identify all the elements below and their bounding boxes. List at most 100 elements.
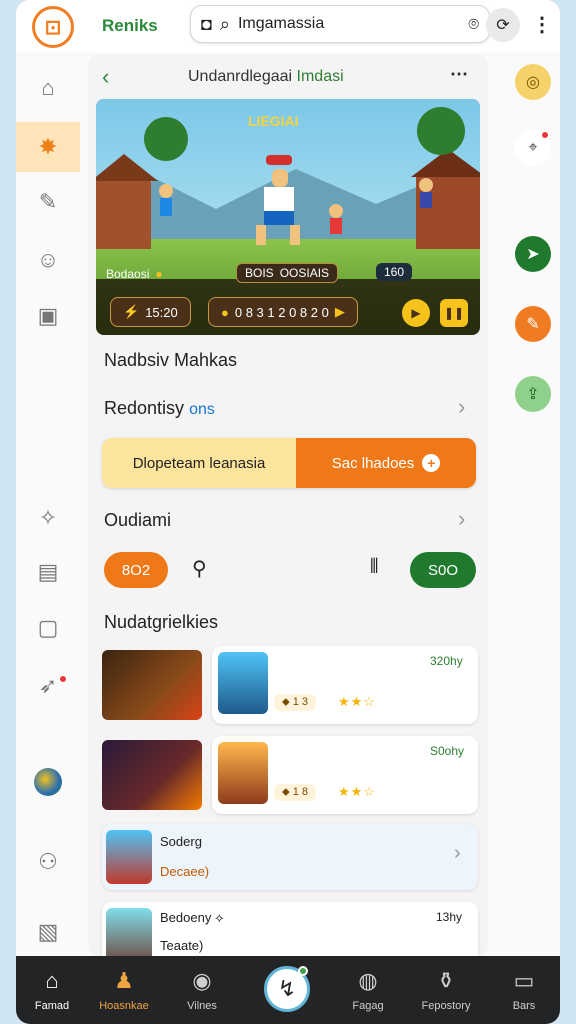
play-icon: ▶ [411,306,421,320]
rail-send-button[interactable]: ➤ [515,236,551,272]
play-icon: ▶ [334,304,345,319]
nav-emoji-icon[interactable]: ☺ [16,236,80,284]
bolt-icon: ⚡ [123,304,140,319]
bottom-tab-hoasnkae[interactable]: ♟ Hoasnkae [88,956,160,1024]
game-thumbnail [106,830,152,884]
nav-people-icon[interactable]: ⚇ [16,838,80,886]
search-bar[interactable]: ◘ ⌕ Imgamassia ⌾ [190,5,490,43]
item-title: Soderg [160,834,202,849]
score-chip[interactable]: ● 0 8 3 1 2 0 8 2 0 ▶ [208,297,358,327]
bottom-tab-label: Fagag [352,1000,384,1012]
tag-icon: ⌖ [528,139,538,156]
list-item[interactable]: Soderg Decaee) › [102,824,478,890]
panel-more-icon[interactable]: ⋯ [450,64,468,85]
notification-dot [540,130,550,140]
app-logo[interactable]: ⊡ [32,6,74,48]
orange-pill-button[interactable]: 8O2 [104,552,168,588]
brand-name: Reniks [102,16,158,35]
chevron-right-icon[interactable]: › [458,506,465,532]
time-meta: 13hy [436,910,463,924]
section-nadbsiv: Nadbsiv Mahkas [104,350,238,370]
camera-icon[interactable]: ◘ [201,14,212,35]
timer-chip[interactable]: ⚡ 15:20 [110,297,191,327]
list-item[interactable]: ⬥ 1 3 ★★☆ 320hy [102,646,478,724]
item-subtitle: Decaee) [160,864,210,879]
more-menu-icon[interactable]: ⋮ [532,12,552,37]
rail-yellow-button[interactable]: ◎ [515,64,551,100]
bottom-tab-bars[interactable]: ▭ Bars [488,956,560,1024]
right-rail: ◎ ⌖ ➤ ✎ ⇪ [502,52,560,956]
nav-edit-icon[interactable]: ✎ [16,178,80,226]
bottom-tab-label: Vilnes [187,1000,217,1012]
chevron-right-icon[interactable]: › [454,842,461,865]
back-icon[interactable]: ‹ [102,64,109,90]
timer-text: 15:20 [145,304,178,320]
bottom-tab-fagag[interactable]: ◍ Fagag [332,956,404,1024]
game-banner[interactable]: LIEGIAI Bodaosi ● BOIS OOSIAIS 160 ⚡ 15:20 … [96,99,480,335]
hud-center-text: BOIS [245,266,274,280]
search-input[interactable]: Imgamassia [238,15,460,33]
nav-avatar[interactable] [16,758,80,806]
section-redontisy[interactable]: Redontisy ons [104,398,215,419]
lens-icon[interactable]: ⌾ [468,14,479,35]
hud-right-text: 160 [384,265,405,279]
pause-button[interactable]: ❚❚ [440,299,468,327]
star-rating: ★★☆ [338,694,376,709]
item-subtitle: Teaate) [160,938,204,953]
coin-icon: ● [221,304,229,320]
compare-icon[interactable]: ⫴ [370,556,378,579]
bottom-tab-fepostory[interactable]: ⚱ Fepostory [410,956,482,1024]
chevron-right-icon[interactable]: › [458,394,465,420]
pause-icon: ❚❚ [443,306,465,320]
diamond-icon: ⟡ [214,910,224,925]
nav-bag-icon[interactable]: ▣ [16,292,80,340]
left-sidebar: ⌂ ✸ ✎ ☺ ▣ ✧ ▤ ▢ ➶ ⚇ ▧ [16,52,80,956]
list-item[interactable]: ⬥ 1 8 ★★☆ S0ohy [102,736,478,814]
avatar [218,652,268,714]
green-pill-button[interactable]: S0O [410,552,476,588]
panel-title-accent: Imdasi [296,68,344,85]
avatar [34,768,62,796]
list-item-card: ⬥ 1 8 ★★☆ S0ohy [212,736,478,814]
nav-calendar-icon[interactable]: ▤ [16,548,80,596]
nav-active-icon[interactable]: ✸ [16,122,80,172]
nav-home-icon[interactable]: ⌂ [16,64,80,112]
sync-button[interactable]: ⟳ [486,8,520,42]
game-thumbnail [106,908,152,956]
bottom-tab-label: Fepostory [421,1000,471,1012]
rail-edit-button[interactable]: ✎ [515,306,551,342]
star-rating: ★★☆ [338,784,376,799]
toggle-option-left[interactable]: Dlopeteam leanasia [102,438,296,488]
coin-badge: ⬥ 1 3 [274,694,317,711]
bottom-tab-vilnes[interactable]: ◉ Vilnes [166,956,238,1024]
archive-icon: ⚱ [436,968,456,993]
nav-rocket-icon[interactable]: ➶ [16,662,80,710]
section-oudiami[interactable]: Oudiami [104,510,171,531]
section-redontisy-accent: ons [189,401,215,418]
app-window: ⊡ Reniks ◘ ⌕ Imgamassia ⌾ ⟳ ⋮ ⌂ ✸ ✎ ☺ ▣ … [16,0,560,1024]
nav-pin-icon[interactable]: ✧ [16,494,80,542]
nav-frame-icon[interactable]: ▢ [16,604,80,652]
upload-icon: ⇪ [526,386,540,403]
item-title: Bedoeny ⟡ [160,910,224,926]
time-meta: 320hy [430,654,463,668]
hud-center: BOIS OOSIAIS [236,263,339,283]
search-icon: ⌕ [219,13,230,34]
content-panel: ‹ Undanrdlegaai Imdasi ⋯ LIEGIAI Bodaosi… [88,54,488,956]
list-item[interactable]: Bedoeny ⟡ Teaate) 13hy [102,902,478,956]
list-item-card: ⬥ 1 3 ★★☆ 320hy [212,646,478,724]
nav-doc-icon[interactable]: ▧ [16,908,80,956]
hud-right: 160 [376,263,413,281]
toggle-option-right[interactable]: Sac lhadoes + [296,438,476,488]
section-redontisy-label: Redontisy [104,398,185,418]
globe-icon: ◍ [358,968,378,993]
send-icon: ➤ [526,246,540,263]
bottom-tab-home[interactable]: ⌂ Famad [16,956,88,1024]
play-round-button[interactable]: ▶ [402,299,430,327]
time-meta: S0ohy [430,744,465,758]
score-text: 0 8 3 1 2 0 8 2 0 [234,304,329,320]
bottom-tab-label: Hoasnkae [99,1000,149,1012]
rail-upload-button[interactable]: ⇪ [515,376,551,412]
item-title-text: Bedoeny [160,910,212,925]
search-small-icon[interactable]: ⚲ [192,556,207,581]
